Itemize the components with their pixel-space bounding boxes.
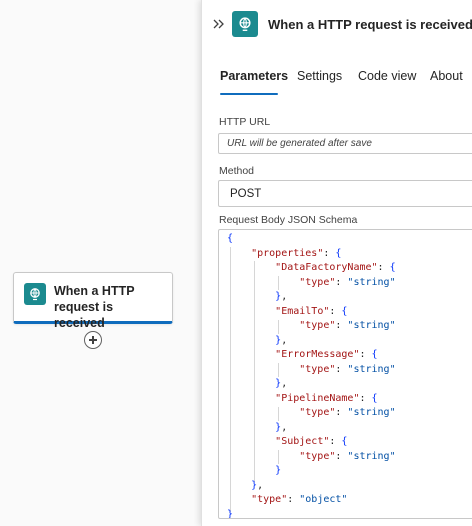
code-token: :: [335, 407, 348, 418]
panel-tabs: Parameters Settings Code view About: [220, 69, 472, 95]
tab-parameters[interactable]: Parameters: [220, 69, 288, 83]
code-token: }: [275, 465, 282, 476]
trigger-card[interactable]: When a HTTP request is received: [13, 272, 173, 330]
method-value: POST: [230, 188, 262, 200]
http-request-icon: [232, 11, 258, 37]
code-token: "string": [347, 407, 396, 418]
code-token: "object": [299, 494, 348, 505]
code-line: },: [227, 421, 396, 436]
code-token: ,: [281, 378, 288, 389]
code-token: "ErrorMessage": [275, 349, 360, 360]
method-label: Method: [219, 165, 255, 177]
code-token: {: [371, 349, 378, 360]
details-panel: When a HTTP request is received Paramete…: [201, 0, 472, 526]
code-token: "PipelineName": [275, 392, 360, 404]
http-url-placeholder: URL will be generated after save: [227, 138, 372, 149]
code-token: "EmailTo": [275, 305, 330, 317]
code-line: "type": "string": [227, 363, 396, 378]
code-token: "type": [299, 276, 336, 288]
code-token: "Subject": [275, 436, 330, 447]
json-code: { "properties": { "DataFactoryName": { "…: [227, 232, 396, 519]
code-token: :: [329, 436, 342, 447]
code-token: :: [323, 247, 336, 259]
code-line: }: [227, 508, 396, 519]
code-token: {: [389, 262, 396, 273]
code-token: "string": [347, 276, 396, 288]
method-field[interactable]: POST: [218, 180, 472, 207]
code-token: ,: [281, 421, 288, 433]
code-line: "Subject": {: [227, 435, 396, 450]
active-tab-indicator: [220, 93, 278, 95]
schema-label: Request Body JSON Schema: [219, 214, 358, 226]
code-token: {: [371, 392, 378, 404]
tab-code-view[interactable]: Code view: [358, 69, 416, 83]
code-line: "EmailTo": {: [227, 305, 396, 320]
code-token: :: [329, 305, 342, 317]
json-schema-editor[interactable]: { "properties": { "DataFactoryName": { "…: [218, 229, 472, 519]
code-line: },: [227, 479, 396, 494]
trigger-card-label: When a HTTP request is received: [54, 284, 135, 330]
code-token: {: [341, 305, 348, 317]
code-line: {: [227, 232, 396, 247]
code-line: }: [227, 464, 396, 479]
code-line: "type": "string": [227, 450, 396, 465]
designer-canvas: When a HTTP request is received: [0, 0, 200, 526]
tab-settings[interactable]: Settings: [297, 69, 342, 83]
code-token: {: [335, 247, 342, 259]
code-token: :: [359, 349, 372, 360]
code-token: {: [227, 233, 234, 244]
code-token: "type": [299, 320, 336, 331]
code-token: "type": [299, 407, 336, 418]
code-line: "type": "string": [227, 319, 396, 334]
code-line: "type": "string": [227, 406, 396, 421]
code-token: :: [377, 262, 390, 273]
code-token: :: [335, 276, 348, 288]
code-token: {: [341, 436, 348, 447]
code-token: "type": [299, 450, 336, 462]
code-token: :: [335, 450, 348, 462]
http-url-field[interactable]: URL will be generated after save: [218, 133, 472, 154]
http-url-label: HTTP URL: [219, 116, 271, 128]
code-token: ,: [281, 334, 288, 346]
code-token: :: [359, 392, 372, 404]
panel-title: When a HTTP request is received: [268, 17, 472, 32]
code-token: ,: [257, 479, 264, 491]
collapse-panel-icon[interactable]: [212, 17, 226, 31]
add-circle-icon[interactable]: [84, 331, 102, 349]
code-line: "type": "string": [227, 276, 396, 291]
code-line: },: [227, 290, 396, 305]
code-token: "DataFactoryName": [275, 262, 378, 273]
code-line: },: [227, 334, 396, 349]
code-token: "type": [251, 494, 288, 505]
code-token: "properties": [251, 247, 324, 259]
http-request-icon: [24, 283, 46, 305]
code-token: :: [335, 363, 348, 375]
code-line: "DataFactoryName": {: [227, 261, 396, 276]
code-token: :: [287, 494, 300, 505]
code-line: },: [227, 377, 396, 392]
code-line: "type": "object": [227, 493, 396, 508]
code-token: :: [335, 320, 348, 331]
code-line: "PipelineName": {: [227, 392, 396, 407]
code-line: "ErrorMessage": {: [227, 348, 396, 363]
code-token: "type": [299, 363, 336, 375]
code-token: }: [227, 508, 234, 519]
code-token: "string": [347, 363, 396, 375]
code-token: ,: [281, 291, 288, 302]
code-line: "properties": {: [227, 247, 396, 262]
code-token: "string": [347, 450, 396, 462]
code-token: "string": [347, 320, 396, 331]
tab-about[interactable]: About: [430, 69, 463, 83]
